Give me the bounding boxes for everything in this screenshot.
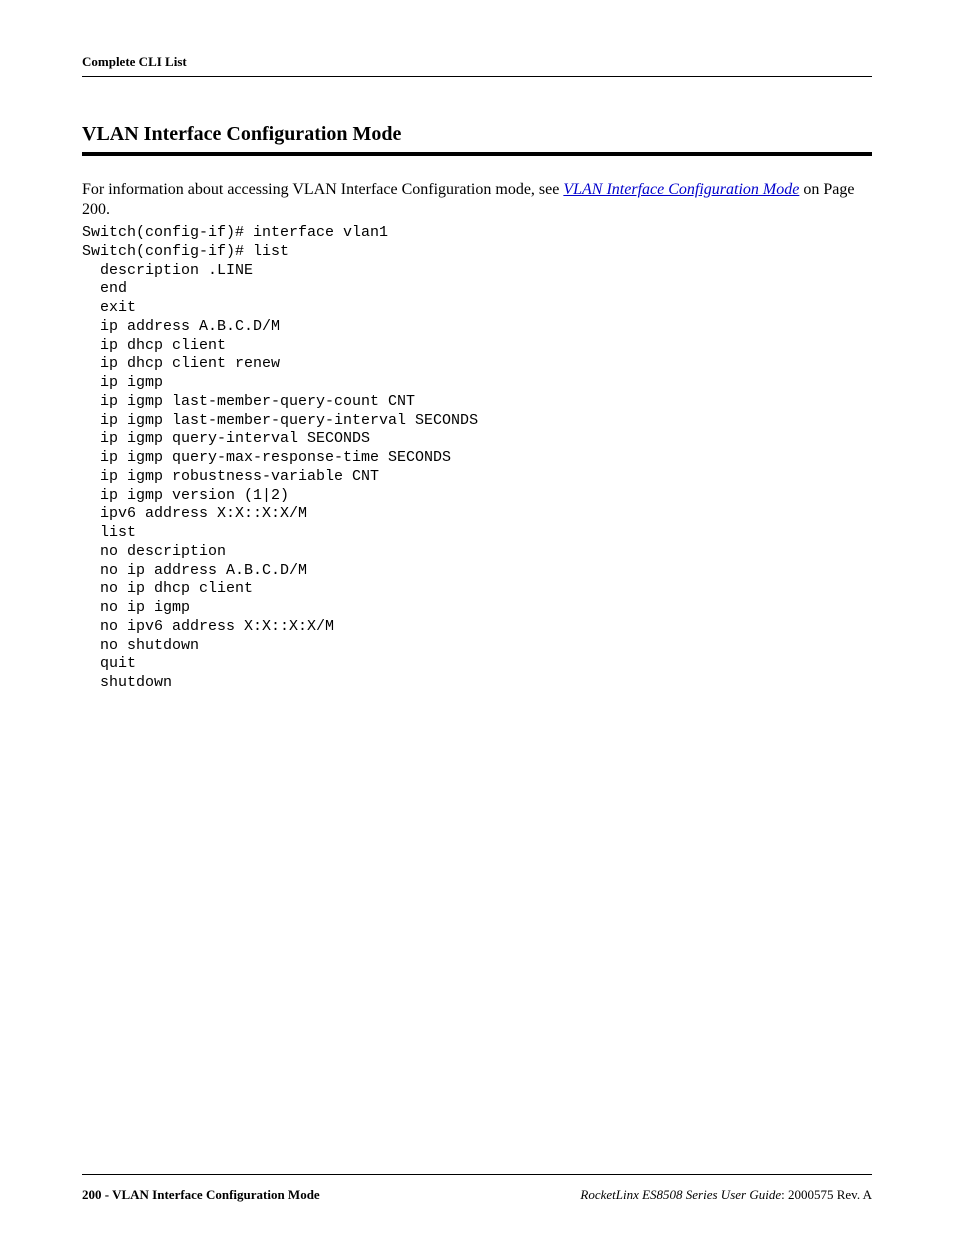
footer-left: 200 - VLAN Interface Configuration Mode	[82, 1187, 320, 1203]
header-rule	[82, 76, 872, 77]
cli-output: Switch(config-if)# interface vlan1 Switc…	[82, 224, 872, 693]
running-header: Complete CLI List	[82, 54, 872, 70]
footer-rule	[82, 1174, 872, 1175]
section-title: VLAN Interface Configuration Mode	[82, 123, 872, 146]
intro-prefix: For information about accessing VLAN Int…	[82, 181, 563, 198]
page-footer: 200 - VLAN Interface Configuration Mode …	[82, 1174, 872, 1203]
footer-right-plain: : 2000575 Rev. A	[781, 1187, 872, 1202]
footer-right-italic: RocketLinx ES8508 Series User Guide	[580, 1187, 781, 1202]
footer-row: 200 - VLAN Interface Configuration Mode …	[82, 1187, 872, 1203]
xref-link[interactable]: VLAN Interface Configuration Mode	[563, 181, 799, 198]
title-rule	[82, 152, 872, 156]
footer-right: RocketLinx ES8508 Series User Guide: 200…	[580, 1187, 872, 1203]
intro-paragraph: For information about accessing VLAN Int…	[82, 180, 872, 220]
